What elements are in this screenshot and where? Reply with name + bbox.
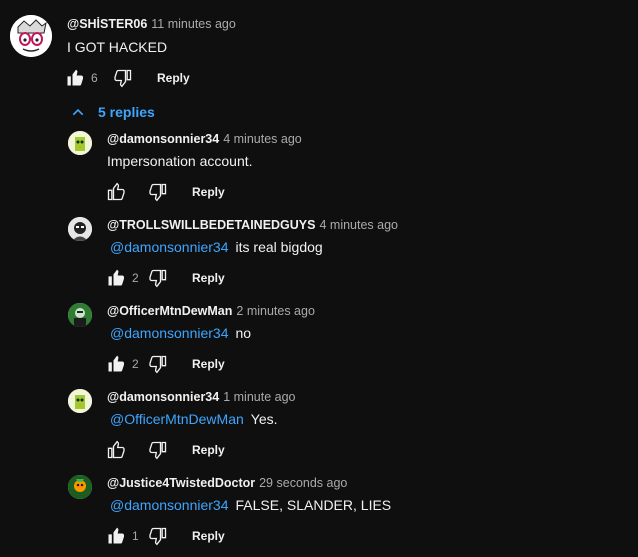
thumbs-down-icon [114,69,132,88]
mention-link[interactable]: @damonsonnier34 [110,497,229,513]
reply-button[interactable]: Reply [192,529,225,543]
mention-link[interactable]: @damonsonnier34 [110,325,229,341]
comment-time[interactable]: 4 minutes ago [223,132,302,146]
comment-text: @damonsonnier34 no [110,325,251,341]
like-button[interactable] [63,66,87,90]
dislike-button[interactable] [146,524,170,548]
comment-actions: 6 Reply [63,66,190,90]
comment-text: @OfficerMtnDewMan Yes. [110,411,278,427]
mention-link[interactable]: @damonsonnier34 [110,239,229,255]
comment-meta: @damonsonnier34 4 minutes ago [107,132,302,146]
thumbs-down-icon [149,183,167,202]
cartoon-bird-avatar-icon [68,131,92,155]
comment-time[interactable]: 29 seconds ago [259,476,347,490]
comment-author[interactable]: @OfficerMtnDewMan [107,304,232,318]
reply-text: Impersonation account. [107,153,253,169]
comment-actions: 1 Reply [104,524,225,548]
comment-actions: 2 Reply [104,266,225,290]
mention-link[interactable]: @OfficerMtnDewMan [110,411,244,427]
comment-actions: Reply [104,180,225,204]
dislike-button[interactable] [146,438,170,462]
thumbs-down-icon [149,355,167,374]
green-character-avatar-icon [68,303,92,327]
like-button[interactable] [104,266,128,290]
dislike-button[interactable] [111,66,135,90]
reply-button[interactable]: Reply [192,271,225,285]
comment-text: I GOT HACKED [67,39,168,55]
dislike-button[interactable] [146,266,170,290]
comment-meta: @SHİSTER06 11 minutes ago [67,17,236,31]
comment-meta: @Justice4TwistedDoctor 29 seconds ago [107,476,347,490]
comment-author[interactable]: @SHİSTER06 [67,17,147,31]
like-button[interactable] [104,180,128,204]
cartoon-face-avatar-icon [10,15,52,57]
reply-text: its real bigdog [235,239,323,255]
comment-author[interactable]: @damonsonnier34 [107,132,219,146]
comment-meta: @TROLLSWILLBEDETAINEDGUYS 4 minutes ago [107,218,398,232]
like-count: 1 [132,529,139,543]
comment-author[interactable]: @damonsonnier34 [107,390,219,404]
reply-text: no [235,325,252,341]
reply-button[interactable]: Reply [157,71,190,85]
avatar[interactable] [68,389,92,413]
comment-meta: @OfficerMtnDewMan 2 minutes ago [107,304,315,318]
thumbs-up-filled-icon [67,69,83,86]
reply-text: FALSE, SLANDER, LIES [235,497,392,513]
dislike-button[interactable] [146,352,170,376]
chevron-up-icon [72,108,84,116]
thumbs-down-icon [149,269,167,288]
avatar[interactable] [68,475,92,499]
thumbs-down-icon [149,441,167,460]
comment-actions: 2 Reply [104,352,225,376]
avatar[interactable] [68,131,92,155]
like-button[interactable] [104,438,128,462]
cartoon-bird-avatar-icon [68,389,92,413]
reply-button[interactable]: Reply [192,357,225,371]
like-button[interactable] [104,352,128,376]
like-button[interactable] [104,524,128,548]
comment-time[interactable]: 4 minutes ago [319,218,398,232]
comment-time[interactable]: 1 minute ago [223,390,295,404]
thumbs-up-icon [107,182,125,201]
reply-button[interactable]: Reply [192,443,225,457]
thumbs-up-filled-icon [108,527,124,544]
comment-author[interactable]: @Justice4TwistedDoctor [107,476,255,490]
comment-time[interactable]: 2 minutes ago [236,304,315,318]
avatar[interactable] [68,303,92,327]
reply-button[interactable]: Reply [192,185,225,199]
avatar[interactable] [10,15,52,57]
like-count: 2 [132,271,139,285]
comment-text: @damonsonnier34 FALSE, SLANDER, LIES [110,497,391,513]
thumbs-up-filled-icon [108,355,124,372]
thumbs-up-filled-icon [108,269,124,286]
like-count: 2 [132,357,139,371]
reply-text: Yes. [250,411,278,427]
comment-actions: Reply [104,438,225,462]
replies-toggle-label: 5 replies [98,104,155,120]
comment-author[interactable]: @TROLLSWILLBEDETAINEDGUYS [107,218,315,232]
masked-figure-avatar-icon [68,217,92,241]
avatar[interactable] [68,217,92,241]
thumbs-down-icon [149,527,167,546]
like-count: 6 [91,71,98,85]
thumbs-up-icon [107,440,125,459]
dislike-button[interactable] [146,180,170,204]
comment-meta: @damonsonnier34 1 minute ago [107,390,296,404]
comment-time[interactable]: 11 minutes ago [151,17,236,31]
replies-toggle[interactable]: 5 replies [70,101,155,123]
comment-text: Impersonation account. [107,153,253,169]
comment-text: @damonsonnier34 its real bigdog [110,239,323,255]
doctor-character-avatar-icon [68,475,92,499]
